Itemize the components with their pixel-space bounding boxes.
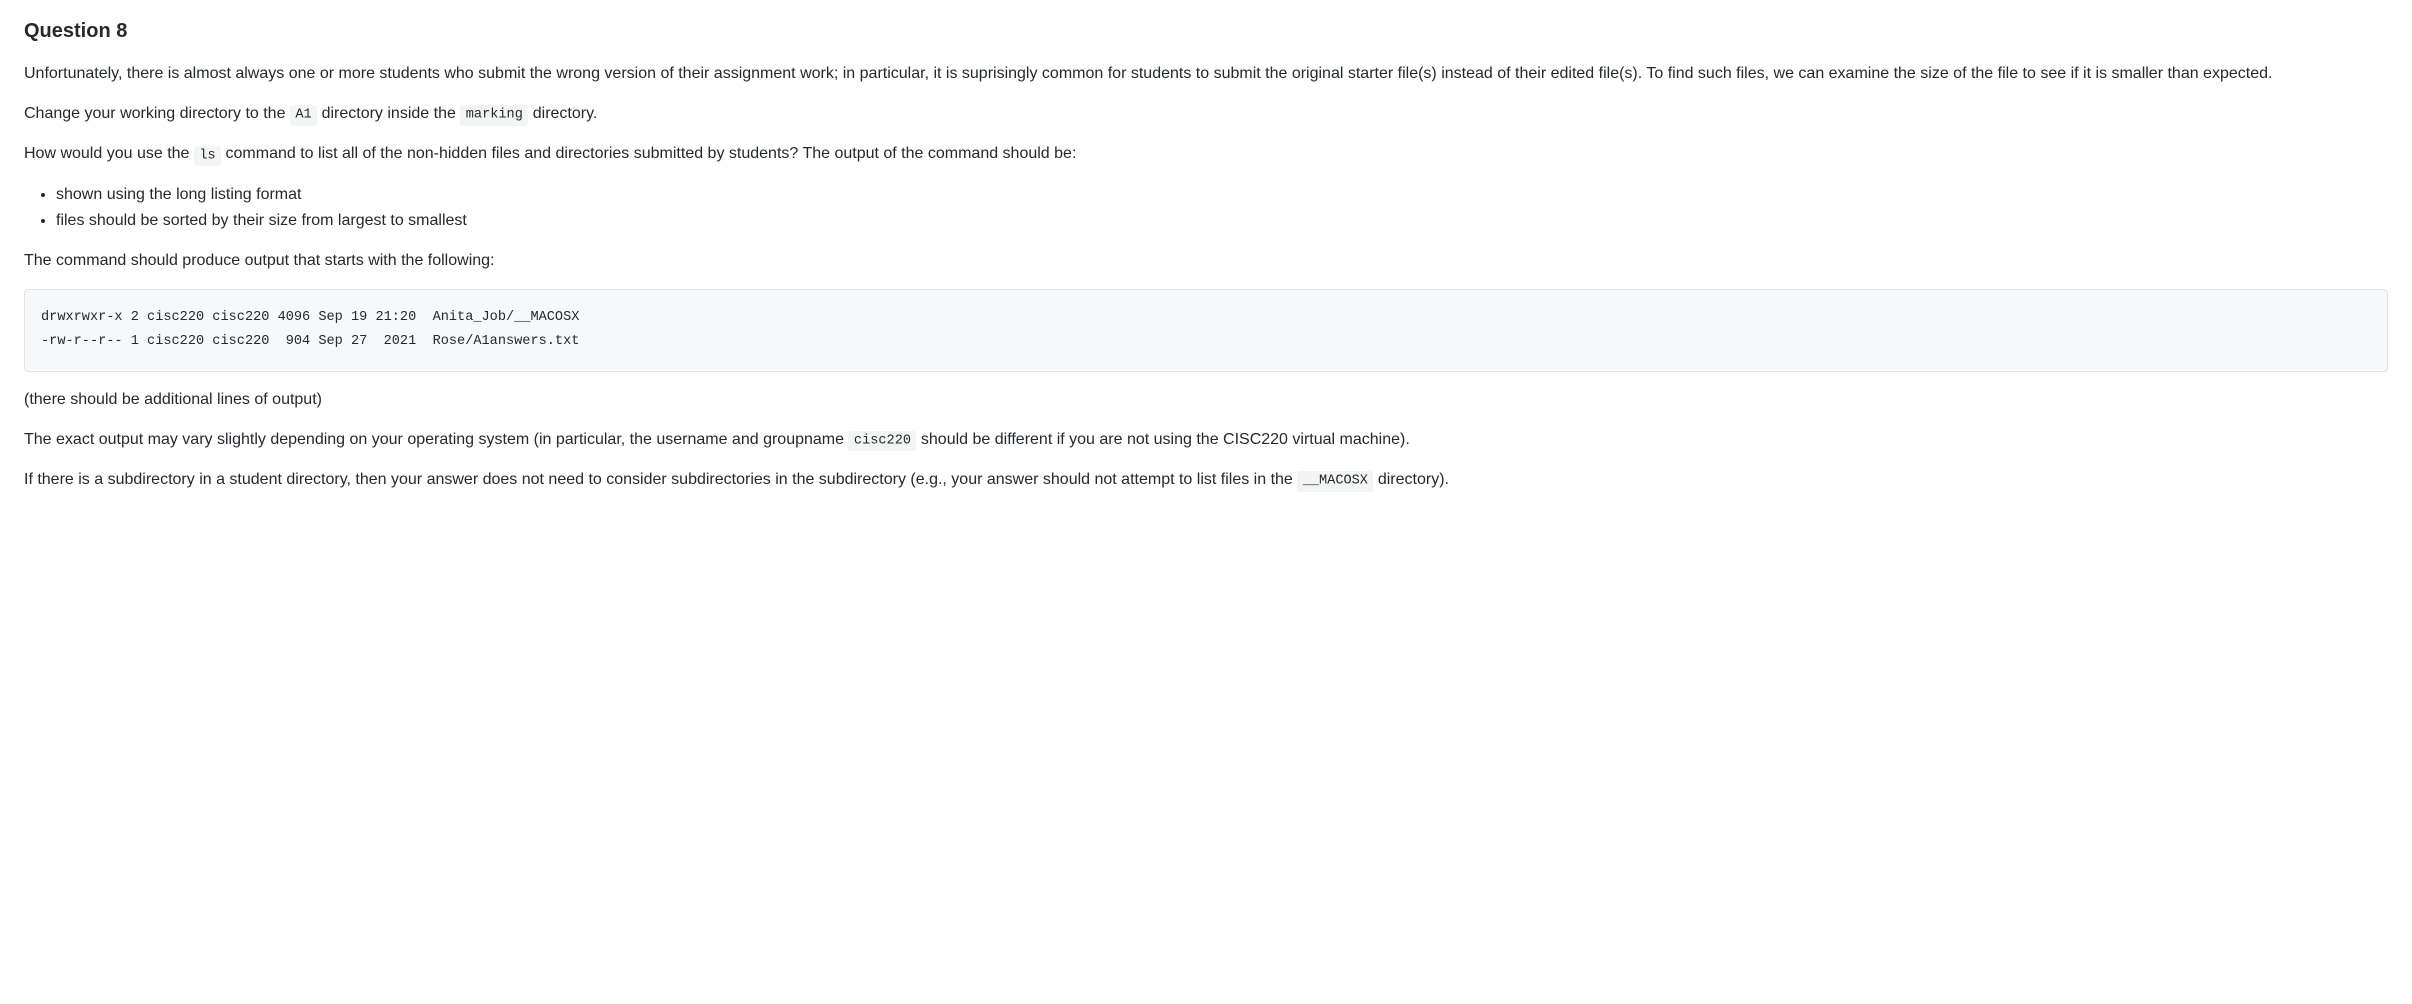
text-segment: Change your working directory to the xyxy=(24,105,290,122)
code-macosx: __MACOSX xyxy=(1297,471,1373,491)
list-item: shown using the long listing format xyxy=(56,183,2388,207)
paragraph-output-vary: The exact output may vary slightly depen… xyxy=(24,428,2388,452)
code-ls: ls xyxy=(194,146,221,166)
paragraph-ls-question: How would you use the ls command to list… xyxy=(24,142,2388,166)
question-heading: Question 8 xyxy=(24,16,2388,46)
paragraph-output-intro: The command should produce output that s… xyxy=(24,249,2388,273)
paragraph-more-lines: (there should be additional lines of out… xyxy=(24,388,2388,412)
code-cisc220: cisc220 xyxy=(848,431,916,451)
code-marking: marking xyxy=(460,105,528,125)
text-segment: If there is a subdirectory in a student … xyxy=(24,471,1297,488)
requirements-list: shown using the long listing format file… xyxy=(24,183,2388,233)
paragraph-subdir-note: If there is a subdirectory in a student … xyxy=(24,468,2388,492)
text-segment: How would you use the xyxy=(24,145,194,162)
paragraph-change-dir: Change your working directory to the A1 … xyxy=(24,102,2388,126)
list-item: files should be sorted by their size fro… xyxy=(56,209,2388,233)
text-segment: should be different if you are not using… xyxy=(916,431,1409,448)
code-block-output: drwxrwxr-x 2 cisc220 cisc220 4096 Sep 19… xyxy=(24,289,2388,372)
text-segment: directory inside the xyxy=(317,105,460,122)
code-a1: A1 xyxy=(290,105,317,125)
text-segment: command to list all of the non-hidden fi… xyxy=(221,145,1076,162)
paragraph-intro: Unfortunately, there is almost always on… xyxy=(24,62,2388,86)
text-segment: directory. xyxy=(528,105,597,122)
text-segment: The exact output may vary slightly depen… xyxy=(24,431,848,448)
text-segment: directory). xyxy=(1373,471,1449,488)
